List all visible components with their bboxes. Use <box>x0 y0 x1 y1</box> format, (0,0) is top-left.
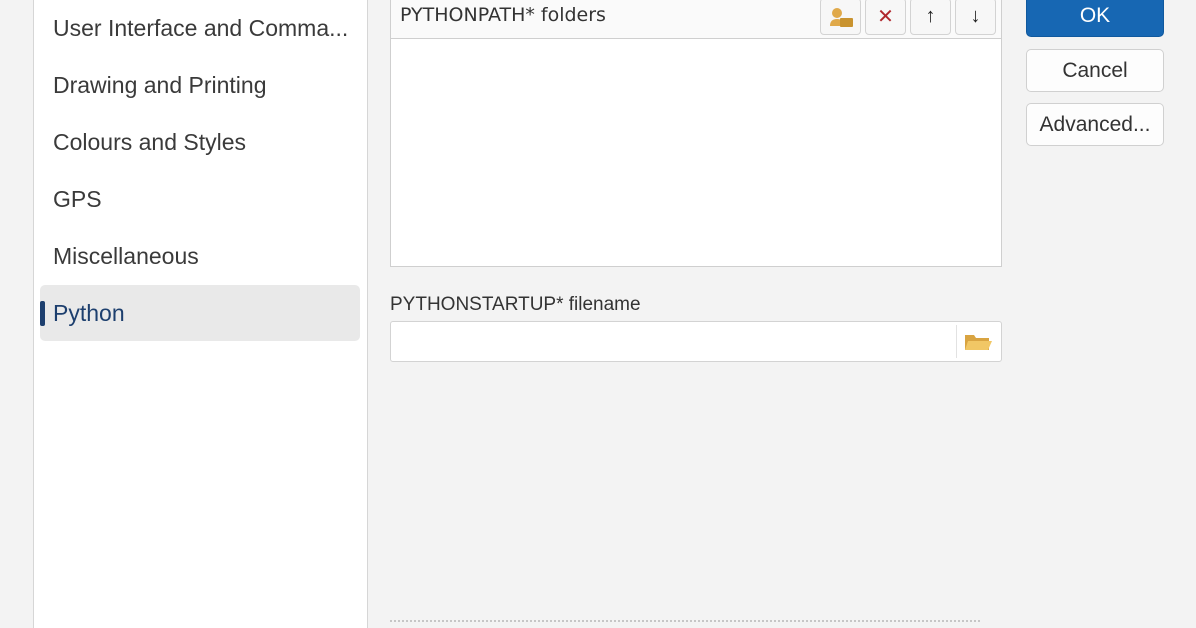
left-edge-strip <box>0 0 34 628</box>
settings-category-list: User Interface and Comma... Drawing and … <box>34 0 368 628</box>
sidebar-item-label: GPS <box>53 185 102 212</box>
pythonpath-label: PYTHONPATH* folders <box>400 4 606 26</box>
sidebar-item-miscellaneous[interactable]: Miscellaneous <box>40 228 360 284</box>
sidebar-item-label: Colours and Styles <box>53 128 247 155</box>
cancel-button[interactable]: Cancel <box>1026 49 1164 92</box>
move-down-button[interactable]: ↓ <box>955 0 996 35</box>
sidebar-item-python[interactable]: Python <box>40 285 360 341</box>
selection-indicator <box>40 301 45 326</box>
move-up-button[interactable]: ↑ <box>910 0 951 35</box>
cancel-button-label: Cancel <box>1062 58 1128 82</box>
sidebar-item-label: User Interface and Comma... <box>53 14 349 41</box>
sidebar-item-colours-styles[interactable]: Colours and Styles <box>40 114 360 170</box>
remove-folder-button[interactable]: ✕ <box>865 0 906 35</box>
pythonstartup-input[interactable] <box>397 326 945 357</box>
advanced-button-label: Advanced... <box>1039 112 1151 136</box>
python-settings-panel: PYTHONPATH* folders ✕ ↑ ↓ PYTHONSTARTUP*… <box>368 0 1196 628</box>
cropped-footnote <box>390 620 980 628</box>
add-folder-button[interactable] <box>820 0 861 35</box>
sidebar-item-label: Python <box>53 299 125 326</box>
sidebar-item-label: Miscellaneous <box>53 242 199 269</box>
ok-button[interactable]: OK <box>1026 0 1164 37</box>
delete-x-icon: ✕ <box>877 6 894 28</box>
folder-open-icon <box>964 334 992 350</box>
sidebar-item-gps[interactable]: GPS <box>40 171 360 227</box>
pythonpath-header: PYTHONPATH* folders ✕ ↑ ↓ <box>391 0 1001 39</box>
arrow-up-icon: ↑ <box>925 5 936 27</box>
pythonpath-folders-list[interactable]: PYTHONPATH* folders ✕ ↑ ↓ <box>390 0 1002 267</box>
add-folder-icon <box>829 7 853 27</box>
pythonstartup-label: PYTHONSTARTUP* filename <box>390 294 641 315</box>
advanced-button[interactable]: Advanced... <box>1026 103 1164 146</box>
sidebar-item-user-interface[interactable]: User Interface and Comma... <box>40 0 360 56</box>
arrow-down-icon: ↓ <box>970 5 981 27</box>
sidebar-item-label: Drawing and Printing <box>53 71 267 98</box>
ok-button-label: OK <box>1079 3 1111 27</box>
pythonstartup-field <box>390 321 1002 362</box>
sidebar-item-drawing-printing[interactable]: Drawing and Printing <box>40 57 360 113</box>
browse-file-button[interactable] <box>956 325 998 358</box>
